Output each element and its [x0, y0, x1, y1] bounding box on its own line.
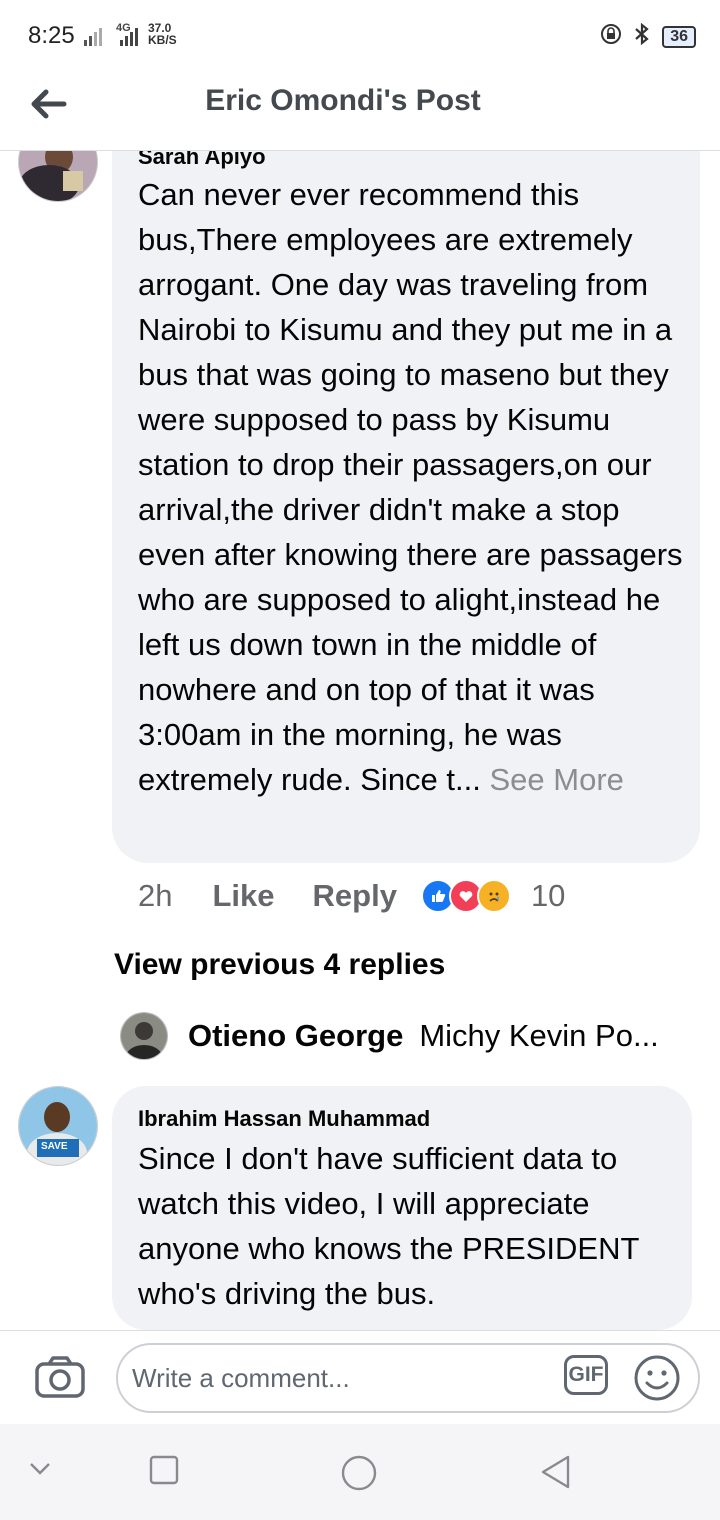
like-button[interactable]: Like: [212, 878, 274, 914]
network-speed-unit: KB/S: [148, 33, 177, 47]
comment-bubble[interactable]: Sarah Apiyo Can never ever recommend thi…: [112, 150, 700, 863]
comment-input-box[interactable]: GIF: [116, 1343, 700, 1413]
comment-input[interactable]: [130, 1357, 554, 1399]
comment-text: Can never ever recommend this bus,There …: [138, 172, 686, 802]
square-icon: [149, 1455, 179, 1485]
page-title: Eric Omondi's Post: [205, 84, 481, 117]
camera-icon: [35, 1356, 85, 1398]
comment-composer: GIF: [0, 1330, 720, 1425]
gif-icon: GIF: [564, 1355, 608, 1395]
avatar[interactable]: [120, 1012, 168, 1060]
reply-author[interactable]: Otieno George: [188, 1018, 403, 1054]
lock-rotation-icon: [600, 23, 622, 50]
app-header: Eric Omondi's Post: [0, 72, 720, 151]
gif-button[interactable]: GIF: [564, 1355, 608, 1395]
comment-actions: 2h Like Reply 10: [138, 878, 565, 914]
system-nav-bar: [0, 1424, 720, 1520]
comment-text: Since I don't have sufficient data to wa…: [138, 1141, 639, 1311]
avatar-badge: SAVE: [41, 1141, 68, 1152]
triangle-back-icon: [541, 1455, 570, 1489]
view-previous-replies[interactable]: View previous 4 replies: [114, 948, 445, 982]
nav-back-button[interactable]: [538, 1454, 574, 1495]
status-bar: 8:25 4G 37.0 KB/S 36: [0, 0, 720, 72]
comments-list[interactable]: Sarah Apiyo Can never ever recommend thi…: [0, 150, 720, 1330]
reaction-count[interactable]: 10: [531, 878, 565, 914]
reply-button[interactable]: Reply: [313, 878, 397, 914]
avatar[interactable]: [18, 150, 98, 202]
smiley-icon: [634, 1355, 680, 1401]
reply-preview-row[interactable]: Otieno George Michy Kevin Po...: [120, 1012, 659, 1060]
network-speed: 37.0 KB/S: [148, 22, 177, 46]
emoji-button[interactable]: [632, 1353, 682, 1408]
comment-body: Can never ever recommend this bus,There …: [138, 177, 683, 797]
reply-text: Michy Kevin Po...: [419, 1018, 659, 1053]
circle-icon: [341, 1455, 377, 1491]
reactions-summary[interactable]: [420, 879, 511, 913]
see-more-link[interactable]: See More: [490, 762, 624, 797]
comment-author[interactable]: Ibrahim Hassan Muhammad: [138, 1106, 430, 1132]
bluetooth-icon: [630, 22, 654, 51]
avatar[interactable]: SAVE: [18, 1086, 98, 1166]
nav-home-button[interactable]: [340, 1454, 378, 1497]
nav-collapse-button[interactable]: [26, 1454, 54, 1487]
status-icons: 36: [600, 22, 696, 51]
network-type: 4G: [116, 22, 131, 34]
battery-icon: 36: [662, 25, 696, 48]
comment-bubble[interactable]: Ibrahim Hassan Muhammad Since I don't ha…: [112, 1086, 692, 1330]
signal-icon: [84, 26, 144, 51]
status-time: 8:25: [28, 22, 75, 49]
chevron-down-icon: [30, 1463, 50, 1475]
nav-recents-button[interactable]: [148, 1454, 180, 1491]
sad-reaction-icon: [476, 879, 511, 913]
camera-button[interactable]: [34, 1355, 86, 1404]
comment-time[interactable]: 2h: [138, 878, 172, 914]
comment-author[interactable]: Sarah Apiyo: [138, 150, 266, 170]
